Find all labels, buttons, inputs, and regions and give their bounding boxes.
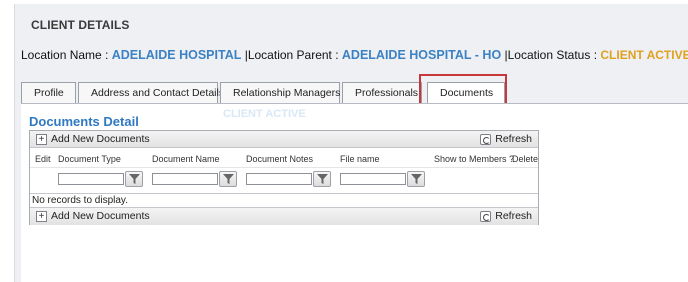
plus-icon: + (36, 133, 47, 145)
tab-professionals[interactable]: Professionals (342, 82, 422, 104)
client-details-panel: CLIENT DETAILS Location Name : ADELAIDE … (14, 4, 688, 282)
column-header-delete[interactable]: Delete (512, 154, 538, 164)
document-name-filter-input[interactable] (152, 173, 218, 185)
location-info: Location Name : ADELAIDE HOSPITAL |Locat… (21, 48, 688, 62)
column-header-edit[interactable]: Edit (35, 154, 51, 164)
documents-grid: + Add New Documents Refresh Edit Documen… (29, 130, 539, 225)
filter-icon (411, 174, 422, 184)
add-new-documents-button-bottom[interactable]: + Add New Documents (36, 210, 150, 222)
add-new-documents-label: Add New Documents (51, 133, 150, 145)
refresh-label: Refresh (495, 133, 532, 145)
empty-records-message: No records to display. (30, 194, 538, 208)
filter-icon (129, 174, 140, 184)
document-name-filter-button[interactable] (219, 171, 237, 187)
refresh-button-bottom[interactable]: Refresh (480, 210, 532, 222)
refresh-icon (480, 210, 492, 222)
column-header-file-name[interactable]: File name (340, 154, 380, 164)
filter-icon (317, 174, 328, 184)
column-header-document-notes[interactable]: Document Notes (246, 154, 313, 164)
left-margin (0, 0, 14, 282)
grid-bottom-toolbar: + Add New Documents Refresh (30, 208, 538, 225)
plus-icon: + (36, 210, 47, 222)
location-parent-label: |Location Parent : (244, 48, 339, 62)
refresh-button[interactable]: Refresh (480, 133, 532, 145)
file-name-filter-input[interactable] (340, 173, 406, 185)
column-header-document-name[interactable]: Document Name (152, 154, 220, 164)
location-name-label: Location Name : (21, 48, 109, 62)
document-notes-filter-input[interactable] (246, 173, 312, 185)
ghost-status-text: CLIENT ACTIVE (223, 108, 306, 120)
document-type-filter-button[interactable] (125, 171, 143, 187)
location-name-value: ADELAIDE HOSPITAL (111, 48, 242, 62)
grid-filter-row (30, 168, 538, 194)
add-new-documents-button[interactable]: + Add New Documents (36, 133, 150, 145)
document-notes-filter-button[interactable] (313, 171, 331, 187)
document-type-filter-input[interactable] (58, 173, 124, 185)
tab-relationship-managers[interactable]: Relationship Managers (220, 82, 340, 104)
filter-icon (223, 174, 234, 184)
tab-profile[interactable]: Profile (21, 82, 76, 104)
column-header-document-type[interactable]: Document Type (58, 154, 121, 164)
location-status-value: CLIENT ACTIVE (600, 48, 688, 62)
page-title: CLIENT DETAILS (31, 18, 130, 32)
tab-address-contact[interactable]: Address and Contact Details (78, 82, 224, 104)
grid-top-toolbar: + Add New Documents Refresh (30, 131, 538, 148)
location-parent-value: ADELAIDE HOSPITAL - HO (341, 48, 502, 62)
location-status-label: |Location Status : (504, 48, 598, 62)
refresh-label: Refresh (495, 210, 532, 222)
grid-header-row: Edit Document Type Document Name Documen… (30, 148, 538, 168)
refresh-icon (480, 133, 492, 145)
column-header-show-to-members[interactable]: Show to Members ? (434, 154, 514, 164)
file-name-filter-button[interactable] (407, 171, 425, 187)
documents-detail-title: Documents Detail (29, 114, 139, 129)
add-new-documents-label: Add New Documents (51, 210, 150, 222)
